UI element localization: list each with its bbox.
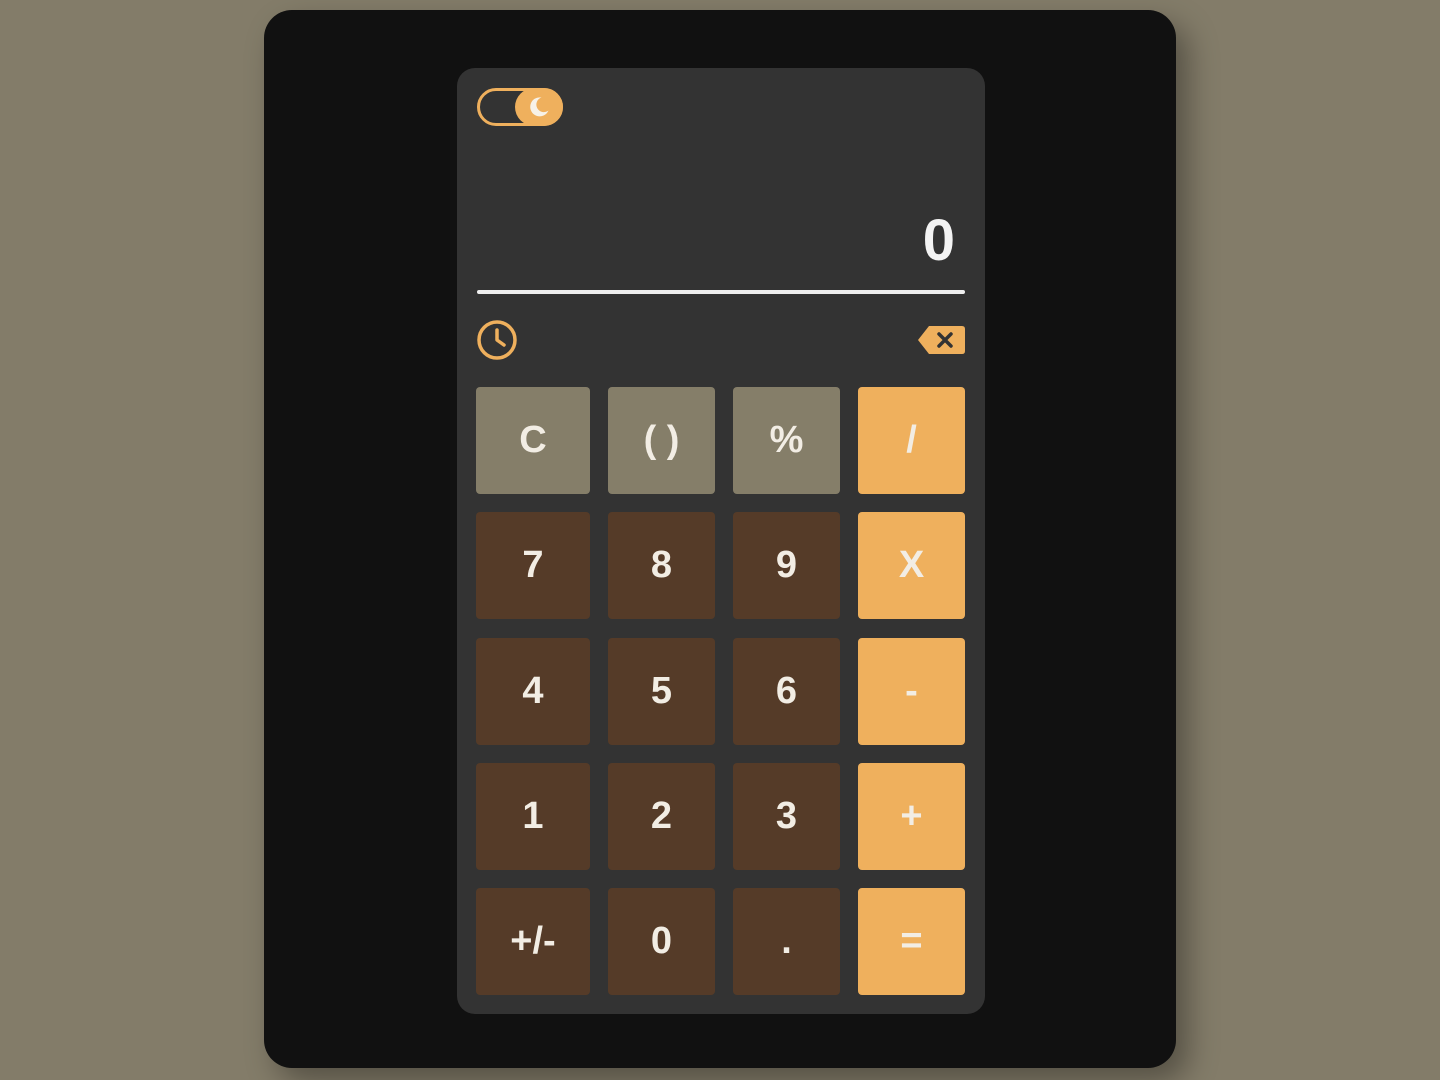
divide-button[interactable]: / bbox=[858, 387, 965, 494]
moon-icon bbox=[530, 97, 549, 117]
digit-9-button[interactable]: 9 bbox=[733, 512, 840, 619]
digit-8-button[interactable]: 8 bbox=[608, 512, 715, 619]
digit-1-button[interactable]: 1 bbox=[476, 763, 590, 870]
digit-3-button[interactable]: 3 bbox=[733, 763, 840, 870]
theme-toggle[interactable] bbox=[477, 88, 563, 126]
digit-4-button[interactable]: 4 bbox=[476, 638, 590, 745]
digit-0-button[interactable]: 0 bbox=[608, 888, 715, 995]
add-button[interactable]: + bbox=[858, 763, 965, 870]
history-button[interactable] bbox=[476, 319, 520, 363]
display-value: 0 bbox=[922, 208, 955, 273]
digit-6-button[interactable]: 6 bbox=[733, 638, 840, 745]
subtract-button[interactable]: - bbox=[858, 638, 965, 745]
digit-7-button[interactable]: 7 bbox=[476, 512, 590, 619]
backspace-icon bbox=[918, 326, 965, 354]
multiply-button[interactable]: X bbox=[858, 512, 965, 619]
clock-icon bbox=[477, 320, 517, 360]
percent-button[interactable]: % bbox=[733, 387, 840, 494]
calculator: 0 C ( ) % / 7 8 9 X 4 5 6 - 1 2 3 + +/- … bbox=[457, 68, 985, 1014]
display-divider bbox=[477, 290, 965, 294]
clear-button[interactable]: C bbox=[476, 387, 590, 494]
negate-button[interactable]: +/- bbox=[476, 888, 590, 995]
digit-5-button[interactable]: 5 bbox=[608, 638, 715, 745]
decimal-button[interactable]: . bbox=[733, 888, 840, 995]
equals-button[interactable]: = bbox=[858, 888, 965, 995]
digit-2-button[interactable]: 2 bbox=[608, 763, 715, 870]
backspace-button[interactable] bbox=[917, 324, 967, 356]
toggle-knob[interactable] bbox=[515, 88, 563, 126]
parentheses-button[interactable]: ( ) bbox=[608, 387, 715, 494]
